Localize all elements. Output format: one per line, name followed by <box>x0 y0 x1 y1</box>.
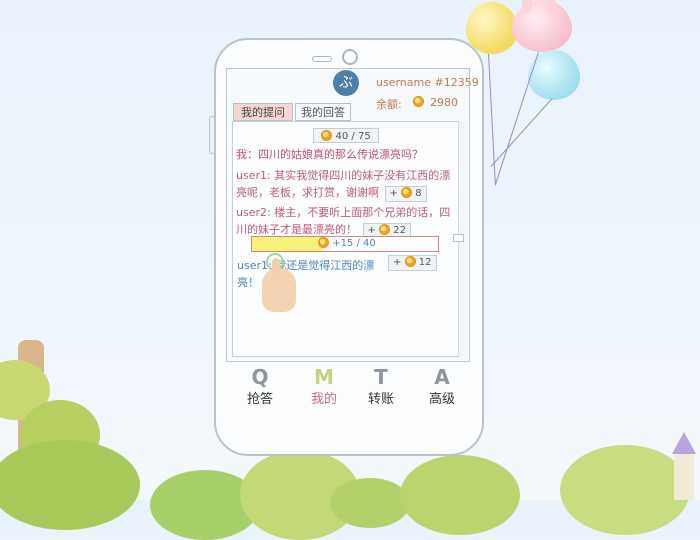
touch-hand-palm <box>262 268 296 312</box>
bush <box>330 478 410 528</box>
bush <box>560 445 690 535</box>
nav-letter: T <box>374 365 388 389</box>
scrollbar-thumb[interactable] <box>453 234 464 242</box>
nav-label: 高级 <box>428 392 455 407</box>
nav-item-wode[interactable]: M 我的 <box>302 366 346 408</box>
balance-label: 余额: <box>376 98 402 111</box>
nav-label: 抢答 <box>246 392 273 407</box>
bush <box>0 440 140 530</box>
balloon-string <box>490 98 553 168</box>
reply-item: user1: 我还是觉得江西的漂亮！ <box>237 257 387 291</box>
reward-button[interactable]: + 8 <box>384 186 427 202</box>
tab-my-questions[interactable]: 我的提问 <box>233 103 293 121</box>
reward-value: 12 <box>418 257 432 268</box>
bush <box>400 455 520 535</box>
reply-text: user1: 我还是觉得江西的漂亮！ <box>237 259 375 289</box>
balance-value: 2980 <box>430 96 458 109</box>
nav-label: 转账 <box>367 392 394 407</box>
bid-progress-fill <box>252 237 323 251</box>
question-text: 我：四川的姑娘真的那么传说漂亮吗？ <box>236 148 423 161</box>
avatar-icon[interactable]: ぶ <box>333 70 359 96</box>
coin-icon <box>321 130 333 141</box>
phone-speaker <box>312 56 332 62</box>
reply-item: user2: 楼主，不要听上面那个兄弟的话，四川的妹子才是最漂亮的！ + 22 <box>236 204 451 239</box>
username-label: username #12359 <box>376 76 479 89</box>
bid-progress-label: +15 / 40 <box>318 237 376 251</box>
bid-progress-value: +15 / 40 <box>332 238 376 249</box>
nav-item-qiangda[interactable]: Q 抢答 <box>238 366 282 408</box>
nav-letter: Q <box>251 365 269 389</box>
reward-value: 22 <box>393 225 406 236</box>
coin-icon <box>404 256 416 267</box>
coin-icon <box>413 96 424 107</box>
nav-item-gaoji[interactable]: A 高级 <box>420 366 464 408</box>
tab-my-answers[interactable]: 我的回答 <box>295 103 351 121</box>
tower-roof <box>672 432 696 454</box>
nav-letter: M <box>314 365 334 389</box>
question-prize-value: 40 / 75 <box>335 131 371 142</box>
coin-icon <box>401 187 413 198</box>
reply-item: user1: 其实我觉得四川的妹子没有江西的漂亮呢，老板，求打赏，谢谢啊 + 8 <box>236 167 451 202</box>
bunny-balloon <box>512 0 572 52</box>
tower <box>674 452 694 500</box>
coin-icon <box>379 224 391 235</box>
phone-camera <box>342 49 358 65</box>
nav-label: 我的 <box>310 392 337 407</box>
reward-button[interactable]: + 12 <box>388 255 437 271</box>
reward-plus: + <box>367 225 376 236</box>
reward-value: 8 <box>415 188 422 199</box>
coin-icon <box>318 237 329 248</box>
reward-plus: + <box>393 257 402 268</box>
reply-text: user2: 楼主，不要听上面那个兄弟的话，四川的妹子才是最漂亮的！ <box>236 206 451 236</box>
yellow-heart-balloon <box>466 2 518 54</box>
question-prize: 40 / 75 <box>313 128 379 143</box>
nav-item-zhuanzhang[interactable]: T 转账 <box>359 366 403 408</box>
nav-letter: A <box>434 365 450 389</box>
reward-plus: + <box>389 188 398 199</box>
